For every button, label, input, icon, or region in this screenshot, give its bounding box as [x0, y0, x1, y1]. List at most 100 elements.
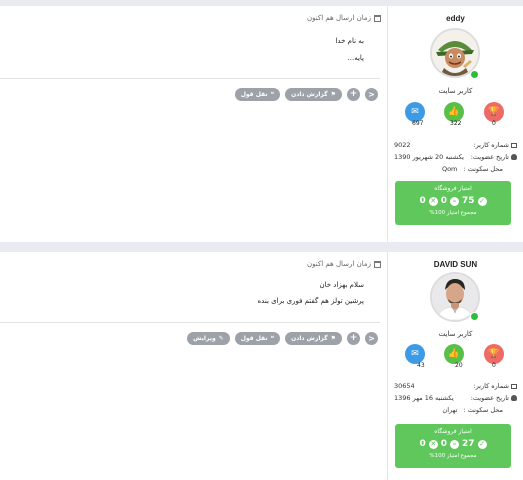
- add-button[interactable]: +: [347, 88, 360, 101]
- post-time-label: زمان ارسال هم اکنون: [307, 14, 371, 22]
- likes-stat[interactable]: 👍: [444, 102, 464, 122]
- author-profile: eddy کاربر سایت ✉ 697 👍 322 🏆 0 شماره کا…: [387, 6, 523, 242]
- report-button[interactable]: ⚑ گزارش دادن: [285, 332, 342, 345]
- flag-icon: ⚑: [330, 91, 336, 98]
- post-time: زمان ارسال هم اکنون: [307, 14, 381, 22]
- location-label: محل سکونت :: [463, 165, 503, 173]
- comments-stat[interactable]: ✉: [405, 344, 425, 364]
- trophies-count: 0: [492, 120, 496, 127]
- user-number: 30654: [394, 382, 415, 390]
- positive-score: 75: [462, 196, 475, 206]
- username[interactable]: DAVID SUN: [388, 260, 523, 269]
- join-date: یکشنبه 20 شهریور 1390: [394, 153, 464, 161]
- share-icon: <: [368, 333, 375, 343]
- negative-icon: ✕: [428, 196, 438, 206]
- post-content: زمان ارسال هم اکنون به نام خدا پایه... <…: [0, 6, 386, 242]
- location: Qom: [441, 165, 458, 173]
- edit-button[interactable]: ✎ ویرایش: [187, 332, 230, 345]
- likes-count: 322: [450, 120, 462, 127]
- post-body: سلام بهزاد خان پرشین تولز هم گفتم فوری ب…: [258, 281, 364, 313]
- shop-scores: 0 ✕ 0 – 27 ✓: [395, 439, 511, 449]
- neutral-score: 0: [440, 439, 447, 449]
- user-role: کاربر سایت: [438, 87, 473, 95]
- user-stats: ✉ 43 👍 20 🏆 0: [405, 344, 505, 370]
- post-card: زمان ارسال هم اکنون به نام خدا پایه... <…: [0, 6, 523, 242]
- location-label: محل سکونت :: [463, 406, 503, 414]
- location: تهران: [442, 406, 458, 414]
- post-actions: < + ⚑ گزارش دادن ❝ نقل قول ✎ ویرایش: [187, 332, 378, 345]
- negative-score: 0: [419, 439, 426, 449]
- quote-label: نقل قول: [240, 335, 268, 342]
- plus-icon: +: [349, 89, 358, 99]
- trophy-icon: 🏆: [488, 107, 500, 117]
- join-date-row: تاریخ عضویت: یکشنبه 20 شهریور 1390: [394, 151, 517, 163]
- positive-icon: ✓: [477, 196, 487, 206]
- thumbs-up-icon: 👍: [448, 107, 460, 117]
- user-plus-icon: [511, 395, 517, 401]
- post-actions: < + ⚑ گزارش دادن ❝ نقل قول: [234, 88, 378, 101]
- shop-total: مجموع امتیاز 100%: [429, 210, 477, 216]
- trophies-stat[interactable]: 🏆: [484, 344, 504, 364]
- username[interactable]: eddy: [388, 14, 523, 23]
- neutral-icon: –: [450, 439, 459, 449]
- comments-stat[interactable]: ✉: [405, 102, 425, 122]
- quote-button[interactable]: ❝ نقل قول: [234, 332, 281, 345]
- user-number: 9022: [394, 141, 411, 149]
- calendar-icon: [374, 260, 381, 268]
- likes-stat[interactable]: 👍: [444, 344, 464, 364]
- report-label: گزارش دادن: [291, 91, 328, 98]
- post-body-line: به نام خدا: [335, 37, 364, 45]
- negative-icon: ✕: [428, 439, 438, 449]
- report-label: گزارش دادن: [291, 335, 328, 342]
- post-time-label: زمان ارسال هم اکنون: [307, 260, 371, 268]
- user-stats: ✉ 697 👍 322 🏆 0: [405, 102, 505, 128]
- join-date: یکشنبه 16 مهر 1396: [394, 394, 454, 402]
- user-number-label: شماره کاربر:: [473, 141, 509, 149]
- post-body-line: پرشین تولز هم گفتم فوری برای بنده: [257, 297, 364, 305]
- post-time: زمان ارسال هم اکنون: [307, 260, 381, 268]
- share-icon: <: [368, 89, 375, 99]
- avatar-image: [432, 30, 478, 76]
- quote-icon: ❝: [270, 335, 275, 342]
- id-card-icon: [511, 142, 517, 148]
- join-date-label: تاریخ عضویت:: [470, 153, 509, 161]
- calendar-icon: [374, 14, 381, 22]
- positive-icon: ✓: [477, 439, 487, 449]
- post-body-line: پایه...: [347, 54, 364, 62]
- location-row: محل سکونت : تهران: [394, 404, 517, 416]
- join-date-label: تاریخ عضویت:: [470, 394, 509, 402]
- user-role: کاربر سایت: [438, 330, 473, 338]
- negative-score: 0: [419, 196, 426, 206]
- flag-icon: ⚑: [330, 335, 336, 342]
- report-button[interactable]: ⚑ گزارش دادن: [285, 88, 342, 101]
- divider: [0, 78, 380, 79]
- add-button[interactable]: +: [347, 332, 360, 345]
- post-body-line: سلام بهزاد خان: [319, 281, 364, 289]
- trophies-stat[interactable]: 🏆: [484, 102, 504, 122]
- edit-icon: ✎: [218, 335, 224, 342]
- id-card-icon: [511, 383, 517, 389]
- shop-rating: امتیاز فروشگاه 0 ✕ 0 – 27 ✓ مجموع امتیاز…: [395, 424, 511, 468]
- shop-scores: 0 ✕ 0 – 75 ✓: [395, 196, 511, 206]
- location-row: محل سکونت : Qom: [394, 163, 517, 175]
- user-info: شماره کاربر: 9022 تاریخ عضویت: یکشنبه 20…: [394, 139, 517, 175]
- comments-count: 43: [417, 362, 425, 369]
- likes-count: 20: [455, 362, 463, 369]
- trophies-count: 0: [492, 362, 496, 369]
- positive-score: 27: [462, 439, 475, 449]
- comments-count: 697: [412, 120, 424, 127]
- edit-label: ویرایش: [193, 335, 216, 342]
- trophy-icon: 🏆: [488, 349, 500, 359]
- share-button[interactable]: <: [365, 332, 378, 345]
- online-status-dot: [470, 70, 479, 79]
- quote-button[interactable]: ❝ نقل قول: [234, 88, 281, 101]
- thumbs-up-icon: 👍: [448, 349, 460, 359]
- share-button[interactable]: <: [365, 88, 378, 101]
- post-content: زمان ارسال هم اکنون سلام بهزاد خان پرشین…: [0, 252, 386, 480]
- neutral-score: 0: [440, 196, 447, 206]
- shop-rating-title: امتیاز فروشگاه: [434, 185, 472, 192]
- user-info: شماره کاربر: 30654 تاریخ عضویت: یکشنبه 1…: [394, 380, 517, 416]
- user-number-row: شماره کاربر: 30654: [394, 380, 517, 392]
- shop-rating: امتیاز فروشگاه 0 ✕ 0 – 75 ✓ مجموع امتیاز…: [395, 181, 511, 225]
- author-profile: DAVID SUN کاربر سایت ✉ 43 👍 20 🏆 0 شماره…: [387, 252, 523, 480]
